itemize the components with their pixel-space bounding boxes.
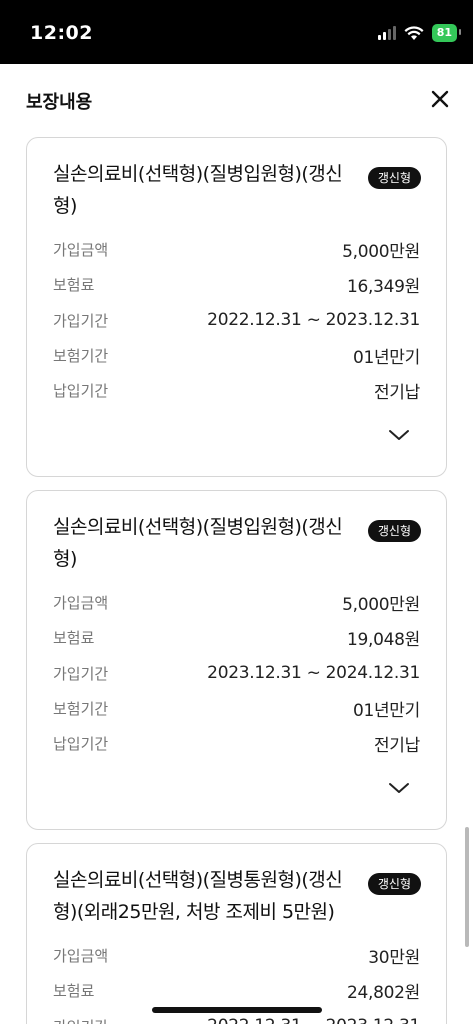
amount-row: 가입금액 30만원: [53, 943, 420, 968]
join-period-row: 가입기간 2022.12.31 ~ 2023.12.31: [53, 308, 420, 332]
premium-row: 보험료 16,349원: [53, 272, 420, 297]
battery-icon: 81: [431, 24, 462, 42]
renewal-badge: 갱신형: [367, 167, 421, 189]
premium-row: 보험료 19,048원: [53, 625, 420, 650]
join-period-value: 2023.12.31 ~ 2024.12.31: [207, 663, 420, 683]
chevron-down-icon[interactable]: [388, 428, 410, 442]
join-period-label: 가입기간: [53, 664, 109, 683]
amount-label: 가입금액: [53, 946, 109, 965]
join-period-label: 가입기간: [53, 1016, 108, 1024]
coverage-title: 실손의료비(선택형)(질병입원형)(갱신형): [53, 163, 343, 217]
join-period-value: 2022.12.31 ~ 2023.12.31: [207, 1016, 420, 1024]
coverage-card: 실손의료비(선택형)(질병통원형)(갱신형)(외래25만원, 처방 조제비 5만…: [26, 843, 447, 1024]
header: 보장내용: [0, 64, 473, 134]
payment-period-row: 납입기간 전기납: [53, 731, 420, 756]
coverage-period-row: 보험기간 01년만기: [53, 343, 420, 368]
join-period-value: 2022.12.31 ~ 2023.12.31: [207, 310, 420, 330]
chevron-down-icon[interactable]: [388, 781, 410, 795]
premium-row: 보험료 24,802원: [53, 978, 420, 1003]
page-title: 보장내용: [26, 92, 93, 113]
payment-period-label: 납입기간: [53, 734, 109, 753]
payment-period-label: 납입기간: [53, 381, 109, 400]
scrollbar[interactable]: [465, 827, 469, 947]
amount-label: 가입금액: [53, 593, 109, 612]
coverage-period-label: 보험기간: [53, 346, 109, 365]
close-icon: [431, 90, 449, 108]
amount-label: 가입금액: [53, 240, 109, 259]
premium-value: 24,802원: [346, 982, 420, 1003]
coverage-period-label: 보험기간: [53, 699, 109, 718]
coverage-title: 실손의료비(선택형)(질병통원형)(갱신형)(외래25만원, 처방 조제비 5만…: [53, 869, 343, 923]
premium-label: 보험료: [53, 628, 95, 647]
status-time: 12:02: [30, 22, 93, 44]
payment-period-value: 전기납: [373, 382, 420, 403]
coverage-period-value: 01년만기: [352, 700, 420, 721]
wifi-icon: [404, 25, 424, 40]
coverage-title: 실손의료비(선택형)(질병입원형)(갱신형): [53, 516, 343, 570]
premium-value: 19,048원: [346, 629, 420, 650]
join-period-row: 가입기간 2023.12.31 ~ 2024.12.31: [53, 661, 420, 685]
premium-label: 보험료: [53, 981, 95, 1000]
amount-row: 가입금액 5,000만원: [53, 590, 420, 615]
join-period-label: 가입기간: [53, 311, 109, 330]
coverage-card: 실손의료비(선택형)(질병입원형)(갱신형) 갱신형 가입금액 5,000만원 …: [26, 137, 447, 477]
cellular-signal-icon: [377, 26, 396, 40]
join-period-row: 가입기간 2022.12.31 ~ 2023.12.31: [53, 1014, 420, 1024]
amount-value: 5,000만원: [342, 594, 420, 615]
amount-value: 30만원: [368, 947, 420, 968]
status-bar: 12:02 81: [0, 0, 473, 64]
home-indicator[interactable]: [152, 1007, 322, 1013]
renewal-badge: 갱신형: [367, 520, 421, 542]
amount-value: 5,000만원: [342, 241, 420, 262]
payment-period-value: 전기납: [373, 735, 420, 756]
status-icons: 81: [377, 24, 462, 42]
payment-period-row: 납입기간 전기납: [53, 378, 420, 403]
coverage-list[interactable]: 실손의료비(선택형)(질병입원형)(갱신형) 갱신형 가입금액 5,000만원 …: [0, 134, 473, 1024]
premium-label: 보험료: [53, 275, 95, 294]
renewal-badge: 갱신형: [367, 873, 421, 895]
premium-value: 16,349원: [346, 276, 420, 297]
amount-row: 가입금액 5,000만원: [53, 237, 420, 262]
coverage-card: 실손의료비(선택형)(질병입원형)(갱신형) 갱신형 가입금액 5,000만원 …: [26, 490, 447, 830]
coverage-period-value: 01년만기: [352, 347, 420, 368]
coverage-period-row: 보험기간 01년만기: [53, 696, 420, 721]
close-button[interactable]: [427, 86, 453, 112]
